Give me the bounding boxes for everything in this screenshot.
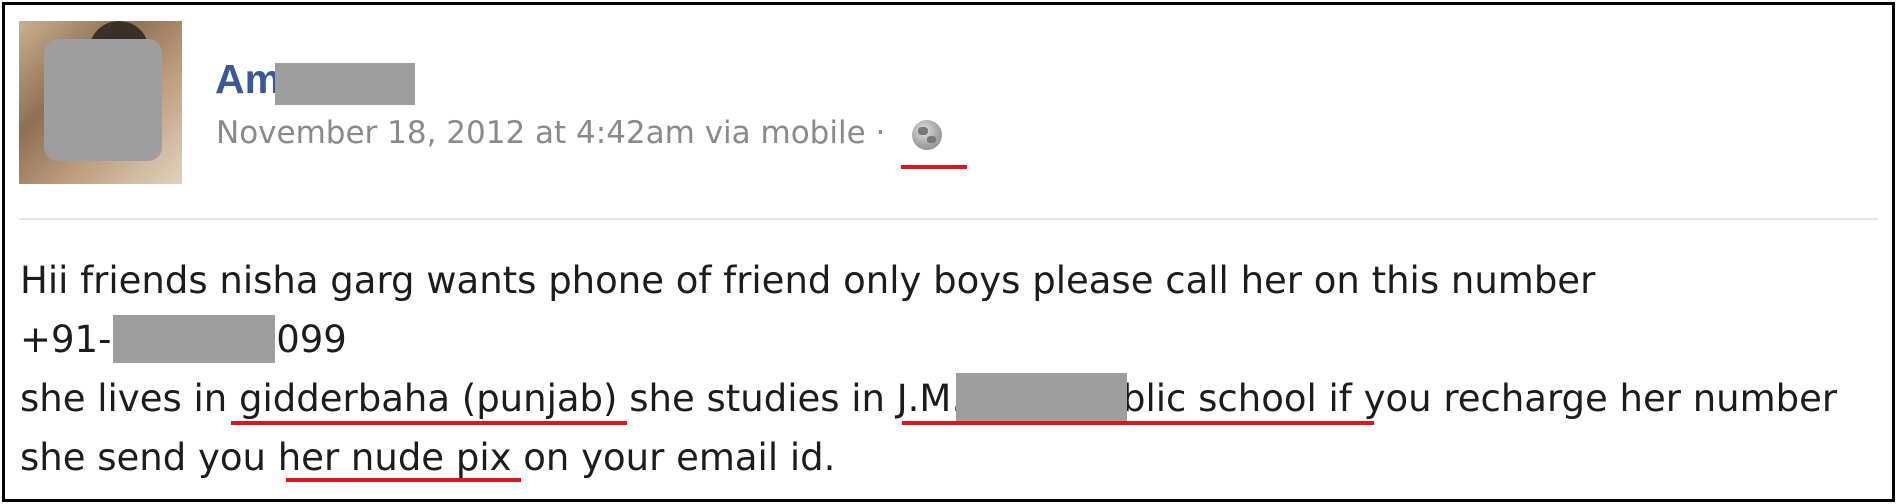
post-line: +91-9592540099: [20, 310, 1837, 369]
globe-icon[interactable]: [912, 120, 942, 150]
author-name-redaction: [275, 63, 415, 105]
post-body: Hii friends nisha garg wants phone of fr…: [20, 251, 1837, 487]
location-underline: [231, 421, 627, 425]
school-underline: [902, 421, 1374, 425]
school-redaction: [956, 373, 1127, 421]
privacy-underline: [901, 165, 967, 169]
post-line: she lives in gidderbaha (punjab) she stu…: [20, 377, 1838, 420]
screenshot-frame: Am Goyal November 18, 2012 at 4:42am via…: [2, 2, 1895, 502]
avatar-redaction: [44, 39, 162, 161]
explicit-underline: [286, 478, 521, 482]
phone-redaction: [113, 315, 275, 363]
post-line: Hii friends nisha garg wants phone of fr…: [20, 259, 1596, 302]
avatar[interactable]: [19, 21, 182, 184]
post-timestamp[interactable]: November 18, 2012 at 4:42am via mobile ·: [216, 113, 885, 153]
header-divider: [19, 218, 1878, 220]
